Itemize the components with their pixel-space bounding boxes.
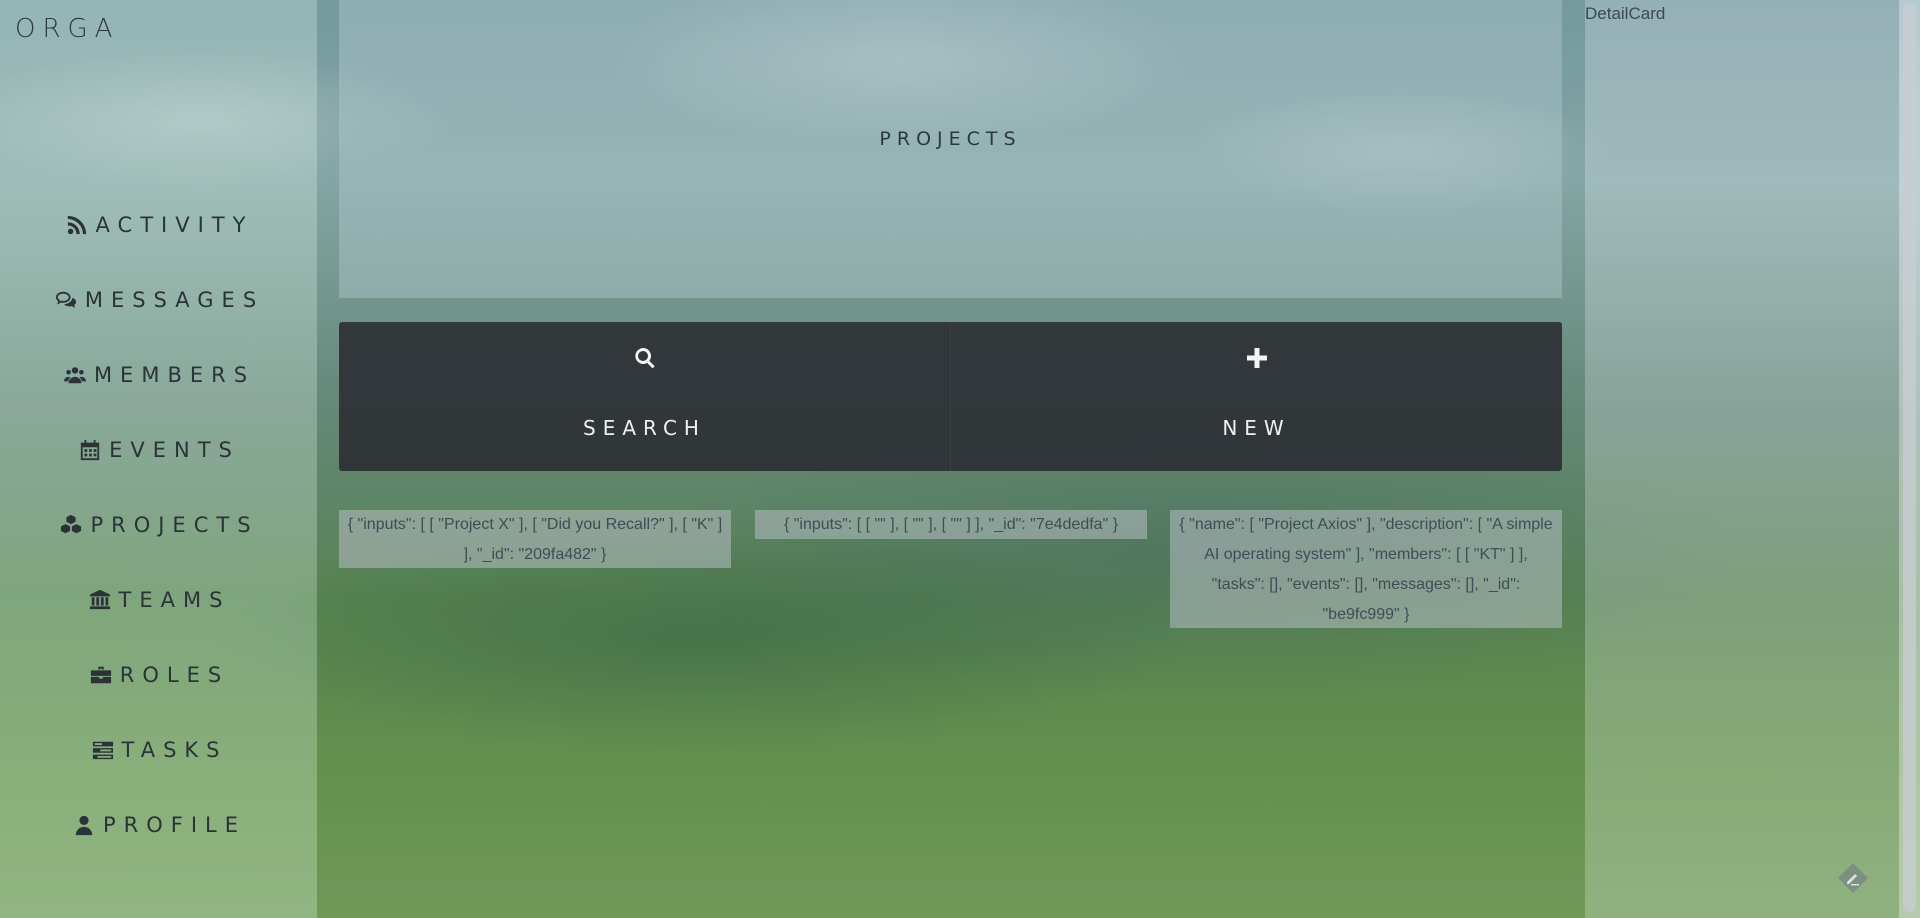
new-button[interactable]: NEW <box>951 322 1562 471</box>
sidebar-item-teams[interactable]: TEAMS <box>0 562 317 637</box>
sidebar-item-activity[interactable]: ACTIVITY <box>0 187 317 262</box>
search-icon <box>633 346 657 370</box>
sidebar-item-label: ACTIVITY <box>95 212 254 237</box>
user-icon <box>71 814 97 836</box>
detail-card-label: DetailCard <box>1585 4 1666 23</box>
main-content: PROJECTS SEARCH NEW { "inputs": [ [ "Pro… <box>317 0 1585 918</box>
cubes-icon <box>58 514 84 536</box>
rss-icon <box>64 214 90 236</box>
sidebar-item-messages[interactable]: MESSAGES <box>0 262 317 337</box>
tasks-icon <box>90 739 116 761</box>
sidebar-nav: ACTIVITY MESSAGES MEMBERS EVENTS PROJECT… <box>0 187 317 862</box>
sidebar-item-label: TASKS <box>121 737 228 762</box>
sidebar-item-label: MESSAGES <box>84 287 265 312</box>
bank-icon <box>87 589 113 611</box>
sidebar-item-tasks[interactable]: TASKS <box>0 712 317 787</box>
briefcase-icon <box>88 664 114 686</box>
app-logo[interactable]: ORGA <box>15 14 119 44</box>
sidebar-item-label: TEAMS <box>118 587 231 612</box>
calendar-icon <box>77 439 103 461</box>
project-card[interactable]: { "inputs": [ [ "Project X" ], [ "Did yo… <box>339 510 731 568</box>
search-button[interactable]: SEARCH <box>339 322 951 471</box>
search-button-label: SEARCH <box>583 416 706 440</box>
new-button-label: NEW <box>1222 416 1291 440</box>
detail-panel: DetailCard <box>1585 0 1899 918</box>
sidebar-item-label: ROLES <box>119 662 230 687</box>
sidebar-item-roles[interactable]: ROLES <box>0 637 317 712</box>
sidebar-item-label: PROJECTS <box>90 512 259 537</box>
scrollbar[interactable] <box>1899 0 1920 918</box>
sidebar-item-profile[interactable]: PROFILE <box>0 787 317 862</box>
sidebar-item-events[interactable]: EVENTS <box>0 412 317 487</box>
sidebar-item-label: MEMBERS <box>93 362 256 387</box>
users-icon <box>62 364 88 386</box>
feedback-icon[interactable] <box>1835 860 1871 896</box>
project-card[interactable]: { "name": [ "Project Axios" ], "descript… <box>1170 510 1562 628</box>
plus-icon <box>1245 346 1269 370</box>
sidebar-item-projects[interactable]: PROJECTS <box>0 487 317 562</box>
sidebar-item-members[interactable]: MEMBERS <box>0 337 317 412</box>
project-card[interactable]: { "inputs": [ [ "" ], [ "" ], [ "" ] ], … <box>755 510 1147 539</box>
page-header: PROJECTS <box>339 0 1562 298</box>
action-bar: SEARCH NEW <box>339 322 1562 471</box>
scrollbar-thumb[interactable] <box>1903 4 1916 912</box>
sidebar: ORGA ACTIVITY MESSAGES MEMBERS EVENTS PR… <box>0 0 317 918</box>
sidebar-item-label: PROFILE <box>102 812 247 837</box>
sidebar-item-label: EVENTS <box>109 437 240 462</box>
page-title: PROJECTS <box>879 128 1022 150</box>
comments-icon <box>53 289 79 311</box>
